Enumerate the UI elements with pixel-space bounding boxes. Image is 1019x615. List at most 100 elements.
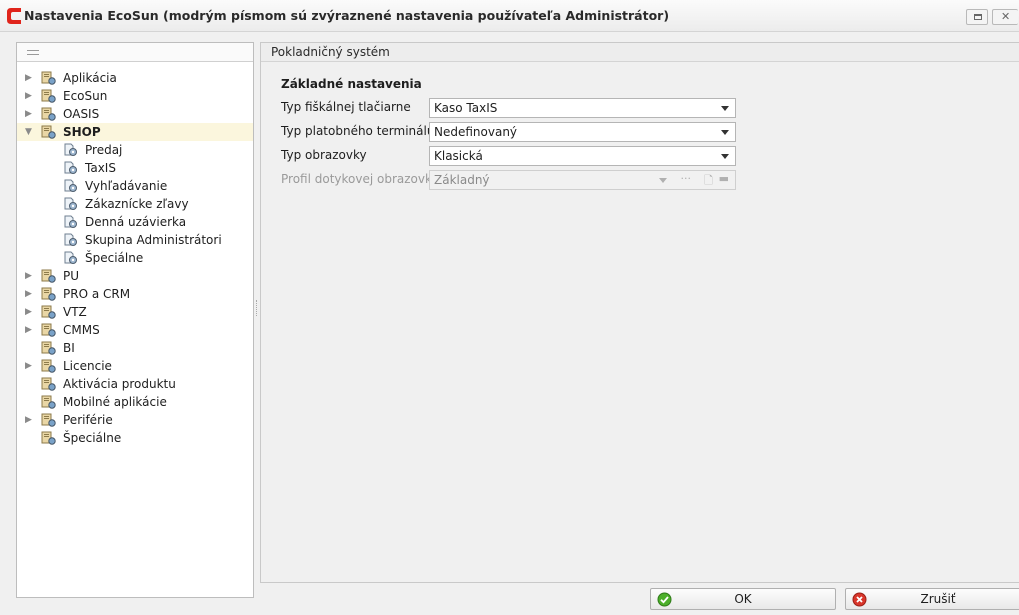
tree-item-label: Špeciálne (63, 431, 122, 445)
panel-header: Pokladničný systém (261, 43, 1019, 62)
expand-arrow-icon[interactable]: ▶ (25, 321, 33, 339)
window-title: Nastavenia EcoSun (modrým písmom sú zvýr… (24, 8, 670, 23)
ok-label: OK (734, 592, 752, 606)
tree-item-label: Mobilné aplikácie (63, 395, 167, 409)
settings-page-icon (64, 161, 77, 174)
settings-group-icon (41, 107, 56, 121)
settings-group-icon (41, 305, 56, 319)
tree-item-aplikacia[interactable]: ▶ Aplikácia (17, 69, 253, 87)
screen-type-select[interactable]: Klasická (429, 146, 736, 166)
tree-item-label: Zákaznícke zľavy (85, 197, 189, 211)
tree-subitem-denna-uzavierka[interactable]: Denná uzávierka (17, 213, 253, 231)
tree-item-shop[interactable]: ▼ SHOP (17, 123, 253, 141)
chevron-down-icon[interactable] (721, 130, 729, 135)
tree-item-specialne[interactable]: Špeciálne (17, 429, 253, 447)
tree-item-periferie[interactable]: ▶ Periférie (17, 411, 253, 429)
expand-arrow-icon[interactable]: ▶ (25, 105, 33, 123)
payment-terminal-value: Nedefinovaný (434, 125, 518, 139)
settings-group-icon (41, 431, 56, 445)
close-button[interactable]: ✕ (992, 9, 1018, 25)
tree-item-label: Špeciálne (85, 251, 144, 265)
tree-item-pu[interactable]: ▶ PU (17, 267, 253, 285)
settings-group-icon (41, 359, 56, 373)
panel-splitter[interactable] (256, 300, 258, 316)
fiscal-printer-label: Typ fiškálnej tlačiarne (281, 100, 411, 114)
collapse-arrow-icon[interactable]: ▼ (25, 123, 33, 141)
screen-type-label: Typ obrazovky (281, 148, 367, 162)
tree-item-label: VTZ (63, 305, 87, 319)
touch-profile-value: Základný (434, 173, 490, 187)
expand-arrow-icon[interactable]: ▶ (25, 411, 33, 429)
tree-subitem-vyhladavanie[interactable]: Vyhľadávanie (17, 177, 253, 195)
chevron-down-icon[interactable] (721, 154, 729, 159)
tree-item-oasis[interactable]: ▶ OASIS (17, 105, 253, 123)
close-icon: ✕ (1001, 10, 1011, 23)
tree-item-label: EcoSun (63, 89, 108, 103)
tree-subitem-skupina-administratori[interactable]: Skupina Administrátori (17, 231, 253, 249)
settings-group-icon (41, 413, 56, 427)
tree-item-label: TaxIS (85, 161, 116, 175)
touch-profile-select: Základný ··· 🗋 ▬ (429, 170, 736, 190)
settings-page-icon (64, 215, 77, 228)
screen-type-value: Klasická (434, 149, 483, 163)
settings-group-icon (41, 71, 56, 85)
expand-arrow-icon[interactable]: ▶ (25, 285, 33, 303)
tree-item-label: Aplikácia (63, 71, 117, 85)
settings-page-icon (64, 251, 77, 264)
tree-item-vtz[interactable]: ▶ VTZ (17, 303, 253, 321)
tree-item-label: OASIS (63, 107, 100, 121)
tree-item-cmms[interactable]: ▶ CMMS (17, 321, 253, 339)
expand-arrow-icon[interactable]: ▶ (25, 87, 33, 105)
fiscal-printer-select[interactable]: Kaso TaxIS (429, 98, 736, 118)
tree-item-label: Periférie (63, 413, 113, 427)
settings-page-icon (64, 179, 77, 192)
settings-window: Nastavenia EcoSun (modrým písmom sú zvýr… (0, 0, 1019, 615)
tree-subitem-predaj[interactable]: Predaj (17, 141, 253, 159)
chevron-down-icon (659, 178, 667, 183)
folder-icon: ▬ (718, 172, 729, 185)
tree-item-mobilne-aplikacie[interactable]: Mobilné aplikácie (17, 393, 253, 411)
expand-arrow-icon[interactable]: ▶ (25, 267, 33, 285)
tree-subitem-zakaznicke-zlavy[interactable]: Zákaznícke zľavy (17, 195, 253, 213)
tree-item-label: SHOP (63, 125, 101, 139)
ok-button[interactable]: OK (650, 588, 836, 610)
settings-tree: ▶ Aplikácia ▶ EcoSun ▶ OASIS ▼ SHOP Pred… (16, 42, 254, 598)
tree-item-licencie[interactable]: ▶ Licencie (17, 357, 253, 375)
tree-item-label: PU (63, 269, 80, 283)
settings-group-icon (41, 89, 56, 103)
new-document-icon: 🗋 (704, 174, 713, 187)
tree-item-ecosun[interactable]: ▶ EcoSun (17, 87, 253, 105)
tree-item-label: PRO a CRM (63, 287, 131, 301)
tree-header[interactable] (17, 43, 253, 62)
tree-subitem-specialne[interactable]: Špeciálne (17, 249, 253, 267)
menu-lines-icon (27, 50, 39, 55)
payment-terminal-select[interactable]: Nedefinovaný (429, 122, 736, 142)
tree-item-label: BI (63, 341, 75, 355)
tree-item-bi[interactable]: BI (17, 339, 253, 357)
touch-profile-label: Profil dotykovej obrazovky (281, 172, 439, 186)
expand-arrow-icon[interactable]: ▶ (25, 357, 33, 375)
expand-arrow-icon[interactable]: ▶ (25, 303, 33, 321)
tree-item-label: Skupina Administrátori (85, 233, 222, 247)
cancel-button[interactable]: Zrušiť (845, 588, 1019, 610)
section-title: Základné nastavenia (281, 77, 422, 91)
settings-group-icon (41, 377, 56, 391)
restore-button[interactable] (966, 9, 988, 25)
settings-group-icon (41, 395, 56, 409)
chevron-down-icon[interactable] (721, 106, 729, 111)
ellipsis-icon: ··· (680, 172, 692, 185)
tree-item-label: Denná uzávierka (85, 215, 187, 229)
settings-group-icon (41, 341, 56, 355)
settings-group-panel: Pokladničný systém Základné nastavenia T… (260, 42, 1019, 583)
title-bar: Nastavenia EcoSun (modrým písmom sú zvýr… (0, 0, 1019, 32)
settings-group-icon (41, 287, 56, 301)
settings-group-icon (41, 125, 56, 139)
payment-terminal-label: Typ platobného terminálu (281, 124, 435, 138)
tree-item-aktivacia-produktu[interactable]: Aktivácia produktu (17, 375, 253, 393)
settings-group-icon (41, 269, 56, 283)
tree-item-pro-a-crm[interactable]: ▶ PRO a CRM (17, 285, 253, 303)
expand-arrow-icon[interactable]: ▶ (25, 69, 33, 87)
tree-subitem-taxis[interactable]: TaxIS (17, 159, 253, 177)
tree-item-label: CMMS (63, 323, 100, 337)
tree-item-label: Licencie (63, 359, 112, 373)
